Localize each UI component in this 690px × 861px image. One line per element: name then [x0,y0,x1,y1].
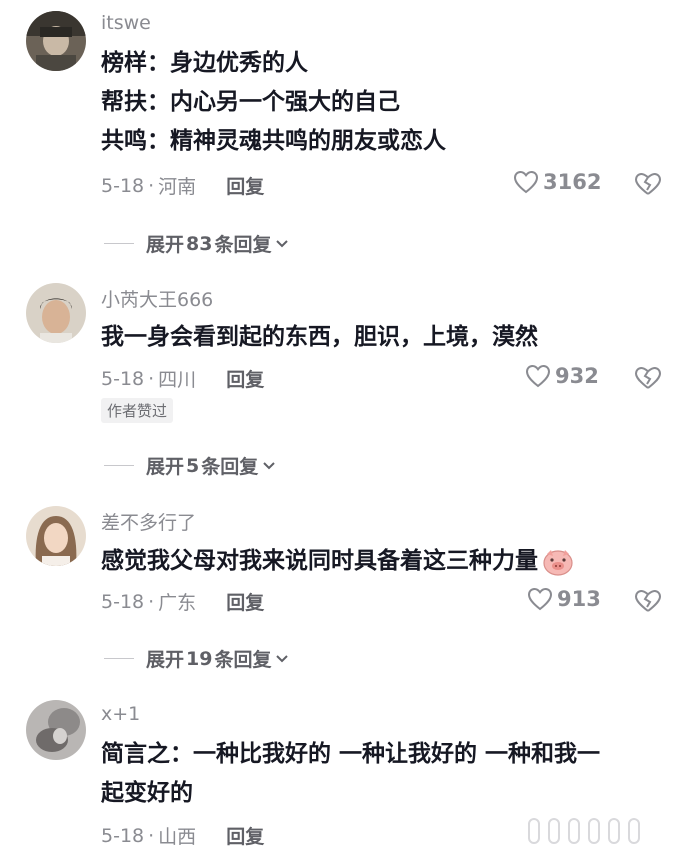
avatar[interactable] [26,283,86,343]
like-count: 913 [557,587,601,611]
comment-text: 我一身会看到起的东西，胆识，上境，漠然 [101,318,661,357]
reply-button[interactable]: 回复 [226,172,264,199]
expand-suffix: 条回复 [214,234,272,256]
broken-heart-icon [634,172,662,195]
expand-replies-button[interactable]: 展开 83 条回复 [104,230,289,257]
comment-text: 榜样：身边优秀的人 帮扶：内心另一个强大的自己 共鸣：精神灵魂共鸣的朋友或恋人 [101,44,661,161]
divider [104,465,134,466]
comment-line: 共鸣：精神灵魂共鸣的朋友或恋人 [101,128,446,154]
like-count: 3162 [543,170,602,194]
separator-dot: · [148,824,155,847]
watermark-bar [548,818,560,844]
broken-heart-icon [634,589,662,612]
dislike-button[interactable] [634,589,662,617]
dislike-button[interactable] [634,366,662,394]
separator-dot: · [148,367,155,390]
heart-outline-icon [513,170,539,194]
comment-location: 河南 [158,176,197,198]
expand-prefix: 展开 [146,649,185,671]
chevron-down-icon [276,239,289,247]
heart-outline-icon [527,587,553,611]
reply-count: 83 [186,232,213,255]
username[interactable]: 差不多行了 [101,508,196,535]
separator-dot: · [148,590,155,613]
comment-date: 5-18 [101,590,145,613]
like-count: 932 [555,364,599,388]
like-button[interactable]: 3162 [513,170,601,194]
expand-prefix: 展开 [146,234,185,256]
comment-location: 四川 [158,369,197,391]
comment-line: 我一身会看到起的东西，胆识，上境，漠然 [101,324,538,350]
comment-meta: 5-18 · 四川 回复 [101,365,264,392]
expand-prefix: 展开 [146,456,185,478]
comment-location: 广东 [158,592,197,614]
reply-button[interactable]: 回复 [226,588,264,615]
watermark-bar [588,818,600,844]
broken-heart-icon [634,366,662,389]
divider [104,243,134,244]
comment-line: 帮扶：内心另一个强大的自己 [101,89,400,115]
comment-text: 简言之：一种比我好的 一种让我好的 一种和我一 起变好的 [101,735,661,813]
watermark-bar [628,818,640,844]
comment-meta: 5-18 · 河南 回复 [101,172,264,199]
like-button[interactable]: 932 [525,364,599,388]
watermark-logo [528,818,640,844]
expand-replies-button[interactable]: 展开 19 条回复 [104,645,289,672]
comment-line: 感觉我父母对我来说同时具备着这三种力量 [101,542,661,581]
like-button[interactable]: 913 [527,587,601,611]
comment-line-text: 感觉我父母对我来说同时具备着这三种力量 [101,548,538,574]
expand-suffix: 条回复 [214,649,272,671]
heart-outline-icon [525,364,551,388]
expand-suffix: 条回复 [201,456,259,478]
avatar[interactable] [26,506,86,566]
watermark-bar [568,818,580,844]
dislike-button[interactable] [634,172,662,200]
reply-button[interactable]: 回复 [226,822,264,849]
comment-line: 简言之：一种比我好的 一种让我好的 一种和我一 [101,741,601,767]
reply-count: 5 [186,454,200,477]
comment-meta: 5-18 · 广东 回复 [101,588,264,615]
author-liked-badge: 作者赞过 [101,398,174,423]
pig-face-icon [543,549,573,576]
comment-line: 起变好的 [101,780,193,806]
separator-dot: · [148,174,155,197]
reply-count: 19 [186,647,213,670]
expand-replies-button[interactable]: 展开 5 条回复 [104,452,276,479]
chevron-down-icon [276,654,289,662]
chevron-down-icon [263,461,275,469]
comment-text: 感觉我父母对我来说同时具备着这三种力量 [101,542,661,581]
divider [104,658,134,659]
comment-location: 山西 [158,826,197,848]
comment-line: 榜样：身边优秀的人 [101,50,308,76]
comment-date: 5-18 [101,824,145,847]
username[interactable]: 小芮大王666 [101,285,213,312]
watermark-bar [608,818,620,844]
comment-date: 5-18 [101,174,145,197]
username[interactable]: itswe [101,12,151,34]
comment-date: 5-18 [101,367,145,390]
comment-meta: 5-18 · 山西 回复 [101,822,264,849]
username[interactable]: x+1 [101,703,140,725]
watermark-bar [528,818,540,844]
reply-button[interactable]: 回复 [226,365,264,392]
avatar[interactable] [26,11,86,71]
avatar[interactable] [26,700,86,760]
